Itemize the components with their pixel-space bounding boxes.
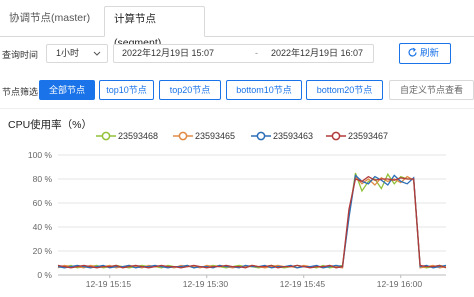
series-line-23593463 (57, 174, 447, 269)
series-line-23593468 (58, 172, 447, 269)
series-line-23593467 (57, 175, 447, 269)
series-line-23593465 (57, 175, 447, 269)
cpu-line-chart (57, 154, 447, 278)
